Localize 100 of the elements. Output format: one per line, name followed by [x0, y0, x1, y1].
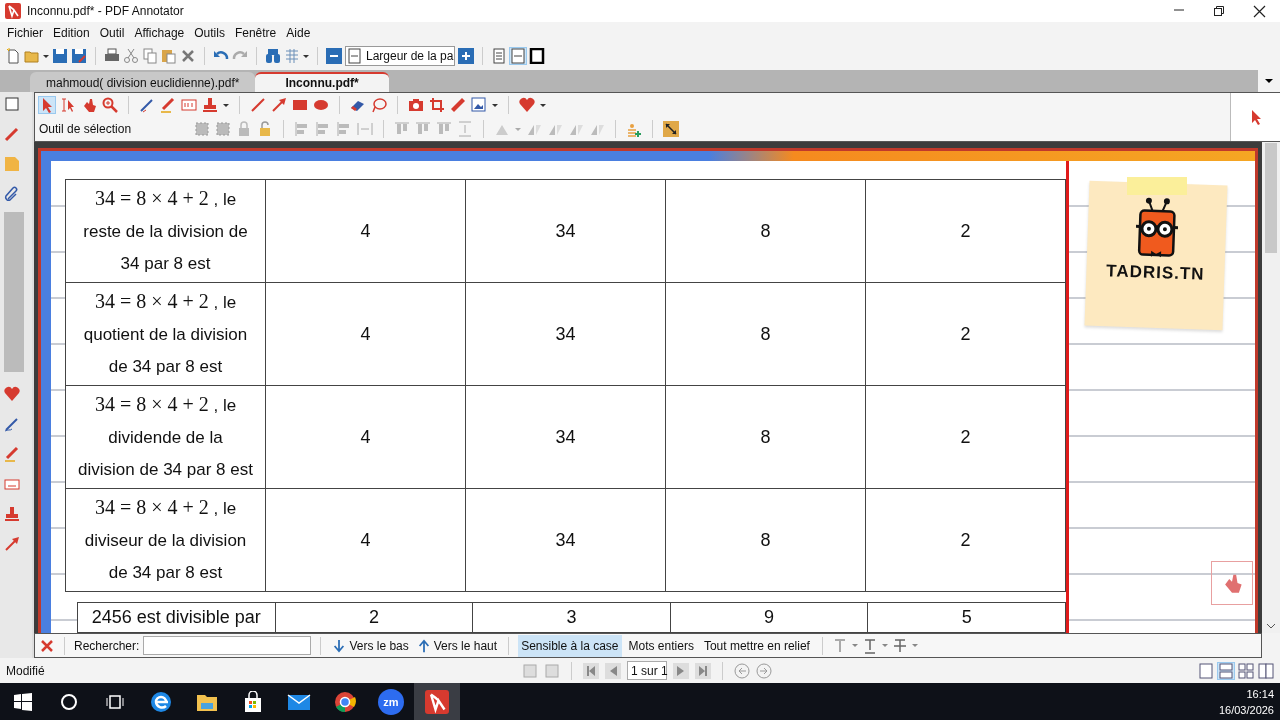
stamp-icon[interactable]: [4, 506, 20, 522]
zoom-out-icon[interactable]: [326, 48, 342, 64]
table-cell: 2: [865, 385, 1066, 489]
next-page-icon[interactable]: [673, 662, 689, 679]
zoom-icon[interactable]: [102, 97, 118, 113]
image-icon[interactable]: [471, 97, 487, 113]
caret-icon[interactable]: [492, 103, 498, 107]
table-cell: 5: [867, 602, 1066, 633]
app-icon: [5, 3, 21, 19]
windows-start-icon[interactable]: [14, 692, 32, 711]
status-text: Modifié: [6, 663, 46, 678]
text-box-icon[interactable]: [181, 97, 197, 113]
ruler-icon[interactable]: [450, 97, 466, 113]
task-view-icon[interactable]: [106, 692, 124, 711]
paperclip-icon[interactable]: [4, 186, 20, 202]
single-page-view-icon[interactable]: [1198, 662, 1214, 679]
zoom-in-icon[interactable]: [458, 48, 474, 64]
line-icon[interactable]: [250, 97, 266, 113]
two-page-continuous-icon[interactable]: [1238, 662, 1254, 679]
document-tab[interactable]: mahmoud( division euclidienne).pdf*: [30, 72, 256, 92]
delete-icon[interactable]: [180, 48, 196, 64]
window-title: Inconnu.pdf* - PDF Annotator: [27, 4, 185, 18]
hand-button[interactable]: [1211, 561, 1253, 605]
back-icon[interactable]: [734, 662, 750, 679]
table-cell: 34: [465, 282, 666, 386]
heart-icon[interactable]: [519, 97, 535, 113]
marker-icon[interactable]: [160, 97, 176, 113]
menu-item[interactable]: Edition: [48, 24, 95, 42]
group-icon[interactable]: [194, 121, 210, 137]
pen-icon[interactable]: [4, 416, 20, 432]
pen-icon[interactable]: [139, 97, 155, 113]
document-tab[interactable]: Inconnu.pdf*: [255, 72, 389, 92]
table-cell: 2: [865, 282, 1066, 386]
dropdown-icon[interactable]: [1265, 79, 1273, 83]
new-file-icon[interactable]: [5, 48, 21, 64]
menu-item[interactable]: Outils: [189, 24, 230, 42]
text-field-icon[interactable]: [4, 476, 20, 492]
save-icon[interactable]: [52, 48, 68, 64]
add-layer-icon[interactable]: [626, 121, 642, 137]
previous-page-icon[interactable]: [605, 662, 621, 679]
page-field[interactable]: 1 sur 1: [627, 661, 667, 680]
caret-icon[interactable]: [303, 54, 309, 58]
stamp-icon[interactable]: [202, 97, 218, 113]
pen-icon[interactable]: [4, 126, 20, 142]
continuous-view-icon[interactable]: [1218, 662, 1234, 679]
table-cell: 4: [265, 488, 466, 592]
caret-icon[interactable]: [223, 103, 229, 107]
single-page-icon[interactable]: [491, 48, 507, 64]
fit-width-icon[interactable]: [347, 48, 363, 64]
table-cell: 4: [265, 179, 466, 283]
search-icon[interactable]: [60, 692, 78, 711]
menu-item[interactable]: Outil: [94, 24, 130, 42]
copy-icon[interactable]: [142, 48, 158, 64]
close-icon[interactable]: [1253, 4, 1266, 18]
crop-icon[interactable]: [429, 97, 445, 113]
clock-date: 16/03/2026: [1218, 702, 1274, 718]
binoculars-icon[interactable]: [265, 48, 281, 64]
paste-icon[interactable]: [161, 48, 177, 64]
table-cell: 8: [665, 179, 866, 283]
save-as-icon[interactable]: [71, 48, 87, 64]
zoom-select[interactable]: Largeur de la pa: [345, 46, 455, 66]
unlock-icon[interactable]: [257, 121, 273, 137]
cut-icon[interactable]: [123, 48, 139, 64]
text-select-icon[interactable]: [60, 97, 76, 113]
menu-item[interactable]: Affichage: [129, 24, 190, 42]
forward-icon[interactable]: [756, 662, 772, 679]
restore-icon[interactable]: [1213, 4, 1225, 17]
scroll-down-icon[interactable]: [1266, 622, 1276, 630]
first-page-icon[interactable]: [583, 662, 599, 679]
resize-icon[interactable]: [663, 121, 679, 137]
scrollbar-thumb[interactable]: [1265, 142, 1277, 253]
video-app-icon[interactable]: zm: [378, 688, 404, 715]
table-cell: 34: [465, 488, 666, 592]
heart-icon[interactable]: [4, 386, 20, 402]
last-page-icon[interactable]: [695, 662, 711, 679]
camera-icon[interactable]: [408, 97, 424, 113]
rectangle-icon[interactable]: [292, 97, 308, 113]
print-icon[interactable]: [104, 48, 120, 64]
tape-strip: [1127, 177, 1187, 195]
app-icon: [425, 689, 449, 714]
blank-page-icon[interactable]: [4, 96, 20, 112]
ellipse-icon[interactable]: [313, 97, 329, 113]
menu-item[interactable]: Fichier: [2, 24, 48, 42]
edge-browser-icon[interactable]: [150, 690, 172, 713]
ungroup-icon[interactable]: [215, 121, 231, 137]
table-cell: 34 = 8 × 4 + 2 , le reste de la division de 34 par 8 est: [65, 179, 266, 283]
caret-icon[interactable]: [540, 103, 546, 107]
arrow-icon[interactable]: [271, 97, 287, 113]
arrow-icon[interactable]: [4, 536, 20, 552]
two-page-view-icon[interactable]: [1258, 662, 1274, 679]
table-cell: 34 = 8 × 4 + 2 , le quotient de la division de 34 par 8 est: [65, 282, 266, 386]
shopping-bag-icon[interactable]: [242, 690, 264, 713]
marker-icon[interactable]: [4, 446, 20, 462]
chrome-browser-icon[interactable]: [334, 690, 356, 713]
menu-item[interactable]: Fenêtre: [229, 24, 282, 42]
lasso-icon[interactable]: [371, 97, 387, 113]
full-screen-icon[interactable]: [529, 48, 545, 64]
caret-icon[interactable]: [43, 54, 49, 58]
menu-item[interactable]: Aide: [281, 24, 316, 42]
hand-icon[interactable]: [81, 97, 97, 113]
